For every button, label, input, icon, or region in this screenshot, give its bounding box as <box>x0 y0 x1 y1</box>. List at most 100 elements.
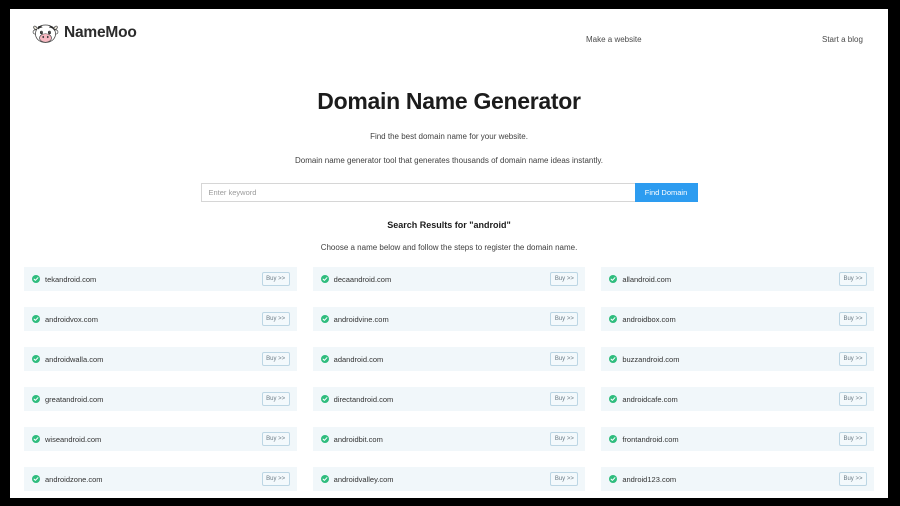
buy-domain-button[interactable]: Buy >> <box>261 392 290 406</box>
domain-name-text: wiseandroid.com <box>45 434 102 444</box>
search-results-title: Search Results for "android" <box>387 220 511 230</box>
check-circle-icon <box>609 475 618 483</box>
domain-result-row[interactable]: androidvine.com Buy >> <box>312 307 586 331</box>
buy-domain-button[interactable]: Buy >> <box>261 352 290 366</box>
domain-result-label-group: androidvox.com <box>32 315 98 324</box>
buy-domain-button[interactable]: Buy >> <box>261 312 290 326</box>
search-results-instruction: Choose a name below and follow the steps… <box>320 243 578 252</box>
check-circle-icon <box>609 395 618 403</box>
domain-result-label-group: androidbit.com <box>320 434 383 444</box>
domain-result-label-group: frontandroid.com <box>609 434 679 444</box>
check-circle-icon <box>32 475 40 483</box>
buy-domain-button[interactable]: Buy >> <box>838 472 867 486</box>
domain-name-text: greatandroid.com <box>45 394 104 404</box>
domain-result-label-group: allandroid.com <box>609 275 671 284</box>
domain-result-label-group: wiseandroid.com <box>32 435 101 444</box>
domain-search-form: Find Domain <box>200 183 698 202</box>
check-circle-icon <box>320 435 329 443</box>
domain-result-row[interactable]: directandroid.com Buy >> <box>312 387 586 411</box>
hero-section: Domain Name Generator Find the best doma… <box>10 88 888 165</box>
domain-result-row[interactable]: androidzone.com Buy >> <box>24 467 297 491</box>
domain-name-text: androidvox.com <box>45 314 98 324</box>
domain-result-row[interactable]: androidvox.com Buy >> <box>24 307 297 331</box>
domain-result-label-group: greatandroid.com <box>32 395 103 404</box>
cow-logo-icon <box>32 24 59 43</box>
brand-logo-link[interactable]: NameMoo <box>32 22 137 44</box>
nav-link-start-a-blog[interactable]: Start a blog <box>822 35 863 44</box>
check-circle-icon <box>320 475 329 483</box>
domain-result-label-group: android123.com <box>609 475 676 484</box>
check-circle-icon <box>32 275 40 283</box>
domain-name-text: buzzandroid.com <box>622 354 680 364</box>
buy-domain-button[interactable]: Buy >> <box>838 272 867 286</box>
nav-link-make-a-website[interactable]: Make a website <box>586 35 642 44</box>
domain-name-text: androidvine.com <box>333 314 389 324</box>
hero-subtitle-secondary: Domain name generator tool that generate… <box>294 156 604 165</box>
hero-subtitle-primary: Find the best domain name for your websi… <box>370 132 528 141</box>
domain-result-row[interactable]: decaandroid.com Buy >> <box>312 267 586 291</box>
domain-result-label-group: androidcafe.com <box>609 394 678 404</box>
domain-result-label-group: adandroid.com <box>320 354 384 364</box>
domain-name-text: androidbit.com <box>333 434 383 444</box>
check-circle-icon <box>32 355 40 363</box>
check-circle-icon <box>320 395 329 403</box>
domain-result-row[interactable]: tekandroid.com Buy >> <box>24 267 297 291</box>
domain-result-row[interactable]: wiseandroid.com Buy >> <box>24 427 297 451</box>
domain-result-row[interactable]: adandroid.com Buy >> <box>312 347 586 371</box>
buy-domain-button[interactable]: Buy >> <box>838 392 867 406</box>
domain-result-row[interactable]: androidbox.com Buy >> <box>601 307 874 331</box>
domain-result-row[interactable]: android123.com Buy >> <box>601 467 874 491</box>
domain-result-row[interactable]: androidvalley.com Buy >> <box>312 467 586 491</box>
domain-name-text: directandroid.com <box>333 394 394 404</box>
buy-domain-button[interactable]: Buy >> <box>550 472 579 486</box>
buy-domain-button[interactable]: Buy >> <box>261 472 290 486</box>
domain-name-text: androidvalley.com <box>333 474 394 484</box>
check-circle-icon <box>609 275 618 283</box>
domain-name-text: decaandroid.com <box>333 274 392 284</box>
buy-domain-button[interactable]: Buy >> <box>838 352 867 366</box>
buy-domain-button[interactable]: Buy >> <box>838 312 867 326</box>
domain-name-text: adandroid.com <box>333 354 384 364</box>
screen-frame: NameMoo Make a website Start a blog Doma… <box>0 0 900 506</box>
domain-result-label-group: androidvine.com <box>320 314 389 324</box>
domain-result-label-group: androidbox.com <box>609 314 676 324</box>
buy-domain-button[interactable]: Buy >> <box>550 312 579 326</box>
domain-result-label-group: androidzone.com <box>32 475 103 484</box>
domain-name-text: android123.com <box>622 474 677 484</box>
buy-domain-button[interactable]: Buy >> <box>261 432 290 446</box>
domain-name-text: androidcafe.com <box>622 394 678 404</box>
domain-result-label-group: decaandroid.com <box>320 274 392 284</box>
buy-domain-button[interactable]: Buy >> <box>838 432 867 446</box>
domain-result-label-group: directandroid.com <box>320 394 394 404</box>
domain-name-text: frontandroid.com <box>622 434 679 444</box>
page-viewport: NameMoo Make a website Start a blog Doma… <box>10 9 888 498</box>
domain-result-row[interactable]: greatandroid.com Buy >> <box>24 387 297 411</box>
domain-result-row[interactable]: androidwalla.com Buy >> <box>24 347 297 371</box>
check-circle-icon <box>609 315 618 323</box>
find-domain-button[interactable]: Find Domain <box>634 183 698 202</box>
domain-result-label-group: tekandroid.com <box>32 275 96 284</box>
domain-name-text: androidbox.com <box>622 314 676 324</box>
buy-domain-button[interactable]: Buy >> <box>550 392 579 406</box>
buy-domain-button[interactable]: Buy >> <box>550 432 579 446</box>
domain-result-label-group: androidvalley.com <box>320 474 394 484</box>
domain-name-text: tekandroid.com <box>45 274 97 284</box>
brand-name: NameMoo <box>64 24 137 41</box>
check-circle-icon <box>32 395 40 403</box>
domain-result-row[interactable]: allandroid.com Buy >> <box>601 267 874 291</box>
domain-result-row[interactable]: frontandroid.com Buy >> <box>601 427 874 451</box>
domain-result-label-group: buzzandroid.com <box>609 355 679 364</box>
domain-result-row[interactable]: androidbit.com Buy >> <box>312 427 586 451</box>
buy-domain-button[interactable]: Buy >> <box>550 352 579 366</box>
check-circle-icon <box>320 355 329 363</box>
check-circle-icon <box>609 355 618 363</box>
search-results-header: Search Results for "android" Choose a na… <box>10 220 888 252</box>
domain-result-row[interactable]: androidcafe.com Buy >> <box>601 387 874 411</box>
check-circle-icon <box>32 435 40 443</box>
domain-result-row[interactable]: buzzandroid.com Buy >> <box>601 347 874 371</box>
buy-domain-button[interactable]: Buy >> <box>261 272 290 286</box>
check-circle-icon <box>609 435 618 443</box>
buy-domain-button[interactable]: Buy >> <box>550 272 579 286</box>
search-input[interactable] <box>200 183 635 202</box>
check-circle-icon <box>320 315 329 323</box>
